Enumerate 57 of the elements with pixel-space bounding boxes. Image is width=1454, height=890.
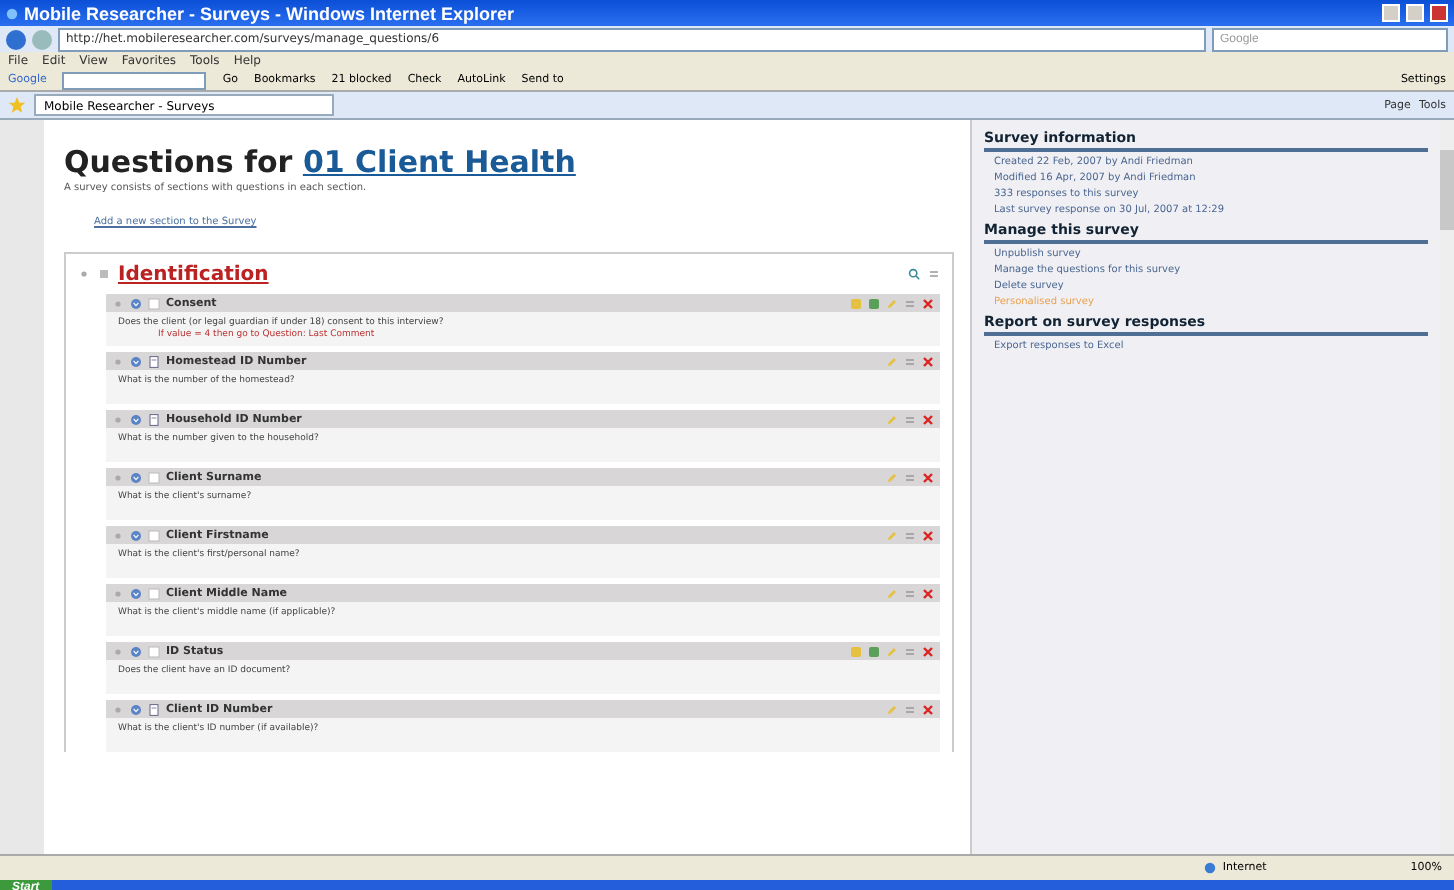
delete-icon[interactable] xyxy=(922,355,934,367)
scrollbar[interactable] xyxy=(1440,120,1454,854)
back-button[interactable] xyxy=(6,29,26,49)
section-title: Identification xyxy=(118,263,269,285)
delete-icon[interactable] xyxy=(922,297,934,309)
edit-icon[interactable] xyxy=(886,297,898,309)
drag-handle-icon[interactable] xyxy=(112,297,124,309)
edit-icon[interactable] xyxy=(886,587,898,599)
move-icon[interactable] xyxy=(904,529,916,541)
move-icon[interactable] xyxy=(904,645,916,657)
move-icon[interactable] xyxy=(904,471,916,483)
globe-icon xyxy=(1204,862,1217,874)
drag-handle-icon[interactable] xyxy=(112,355,124,367)
search-icon[interactable] xyxy=(908,268,920,280)
move-icon[interactable] xyxy=(928,268,940,280)
expand-icon[interactable] xyxy=(130,703,142,715)
delete-icon[interactable] xyxy=(922,645,934,657)
delete-icon[interactable] xyxy=(922,587,934,599)
section-icon xyxy=(98,268,110,280)
drag-handle-icon[interactable] xyxy=(112,529,124,541)
expand-icon[interactable] xyxy=(130,587,142,599)
move-icon[interactable] xyxy=(904,703,916,715)
drag-handle-icon[interactable] xyxy=(112,703,124,715)
expand-icon[interactable] xyxy=(130,529,142,541)
maximize-button[interactable] xyxy=(1406,4,1424,22)
move-icon[interactable] xyxy=(904,297,916,309)
drag-handle-icon[interactable] xyxy=(112,471,124,483)
drag-handle-icon[interactable] xyxy=(112,413,124,425)
move-icon[interactable] xyxy=(904,413,916,425)
move-icon[interactable] xyxy=(904,355,916,367)
close-button[interactable] xyxy=(1430,4,1448,22)
drag-handle-icon[interactable] xyxy=(112,587,124,599)
edit-icon[interactable] xyxy=(886,645,898,657)
edit-icon[interactable] xyxy=(886,703,898,715)
favorites-star-icon[interactable] xyxy=(8,96,26,114)
delete-icon[interactable] xyxy=(922,529,934,541)
expand-icon[interactable] xyxy=(130,645,142,657)
edit-icon[interactable] xyxy=(886,471,898,483)
expand-icon[interactable] xyxy=(130,355,142,367)
move-icon[interactable] xyxy=(904,587,916,599)
page-heading: Questions for 01 Client Health xyxy=(64,144,578,180)
delete-icon[interactable] xyxy=(922,471,934,483)
expand-icon[interactable] xyxy=(130,471,142,483)
minimize-button[interactable] xyxy=(1382,4,1400,22)
expand-icon[interactable] xyxy=(130,297,142,309)
drag-handle-icon[interactable] xyxy=(112,645,124,657)
edit-icon[interactable] xyxy=(886,529,898,541)
expand-icon[interactable] xyxy=(130,413,142,425)
forward-button[interactable] xyxy=(32,29,52,49)
toolbar-search-field[interactable] xyxy=(62,71,207,89)
drag-handle-icon[interactable] xyxy=(78,268,90,280)
edit-icon[interactable] xyxy=(886,413,898,425)
delete-icon[interactable] xyxy=(922,703,934,715)
delete-icon[interactable] xyxy=(922,413,934,425)
edit-icon[interactable] xyxy=(886,355,898,367)
browser-icon xyxy=(6,7,18,19)
window-title: Mobile Researcher - Surveys - Windows Internet Explorer xyxy=(24,3,516,23)
